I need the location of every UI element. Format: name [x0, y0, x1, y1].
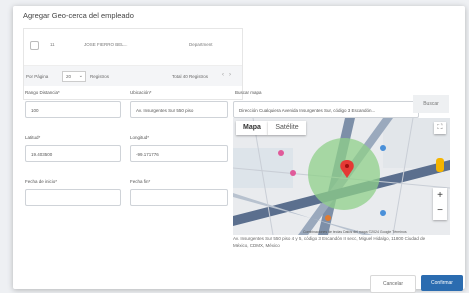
poi-icon: [278, 150, 284, 156]
poi-icon: [325, 215, 331, 221]
buscar-mapa-input[interactable]: Dirección Cualquiera Avenida Insurgentes…: [233, 101, 419, 118]
map-type-map-tab[interactable]: Mapa: [236, 121, 268, 135]
buscar-mapa-label: Buscar mapa: [235, 90, 262, 95]
ubicacion-label: Ubicación*: [130, 90, 152, 95]
modal-title: Agregar Geo-cerca del empleado: [23, 11, 134, 20]
map-view[interactable]: Mapa Satélite ⛶ + − Combinaciones de tec…: [233, 118, 450, 235]
address-text: Av. Insurgentes Sur 550 piso 4 y 5, códi…: [233, 236, 426, 248]
map-attribution: Combinaciones de teclas Datos del mapa ©…: [303, 230, 407, 234]
ubicacion-value: Av. Insurgentes Sur 550 piso: [136, 108, 194, 113]
rango-label: Rango Distancia*: [25, 90, 60, 95]
table-pager: Por Página 20 ⌄ Registros Total 40 Regis…: [24, 65, 242, 86]
latitud-label: Latitud*: [25, 135, 41, 140]
geofence-circle: [308, 138, 380, 210]
row-id: 11: [50, 42, 55, 47]
confirm-button[interactable]: Confirmar: [421, 275, 463, 291]
poi-icon: [290, 170, 296, 176]
per-page-label: Por Página: [26, 74, 49, 79]
fullscreen-icon[interactable]: ⛶: [434, 122, 446, 134]
poi-icon: [380, 145, 386, 151]
map-canvas: [233, 118, 450, 235]
prev-page-button[interactable]: ‹: [222, 72, 224, 78]
row-name: JOSE FIERRO BEL...: [84, 42, 128, 47]
fecha-fin-label: Fecha fin*: [130, 179, 151, 184]
map-type-satellite-tab[interactable]: Satélite: [268, 121, 306, 135]
longitud-value: -99.171776: [136, 152, 159, 157]
zoom-control: + −: [433, 188, 447, 220]
zoom-out-button[interactable]: −: [433, 204, 447, 220]
ubicacion-input[interactable]: Av. Insurgentes Sur 550 piso: [130, 101, 228, 118]
table-row[interactable]: 11 JOSE FIERRO BEL... Department: [24, 39, 242, 53]
pager-nav: ‹ ›: [222, 72, 231, 78]
longitud-input[interactable]: -99.171776: [130, 145, 228, 162]
per-page-value: 20: [66, 74, 72, 79]
fecha-inicio-input[interactable]: [25, 189, 121, 206]
chevron-down-icon: ⌄: [78, 73, 83, 79]
rango-input[interactable]: 100: [25, 101, 121, 118]
registros-label: Registros: [90, 74, 110, 79]
fecha-fin-input[interactable]: [130, 189, 228, 206]
latitud-input[interactable]: 19.403500: [25, 145, 121, 162]
longitud-label: Longitud*: [130, 135, 150, 140]
row-checkbox[interactable]: [30, 41, 39, 50]
total-records: Total 40 Registros: [172, 74, 209, 79]
next-page-button[interactable]: ›: [229, 72, 231, 78]
street-view-icon[interactable]: [436, 158, 444, 172]
per-page-select[interactable]: 20 ⌄: [62, 71, 86, 82]
poi-icon: [380, 210, 386, 216]
fecha-inicio-label: Fecha de inicio*: [25, 179, 58, 184]
latitud-value: 19.403500: [31, 152, 53, 157]
buscar-button[interactable]: Buscar: [413, 95, 449, 113]
buscar-mapa-value: Dirección Cualquiera Avenida Insurgentes…: [239, 108, 376, 113]
rango-value: 100: [31, 108, 39, 113]
zoom-in-button[interactable]: +: [433, 188, 447, 204]
row-department: Department: [189, 42, 213, 47]
cancel-button[interactable]: Cancelar: [370, 275, 416, 293]
